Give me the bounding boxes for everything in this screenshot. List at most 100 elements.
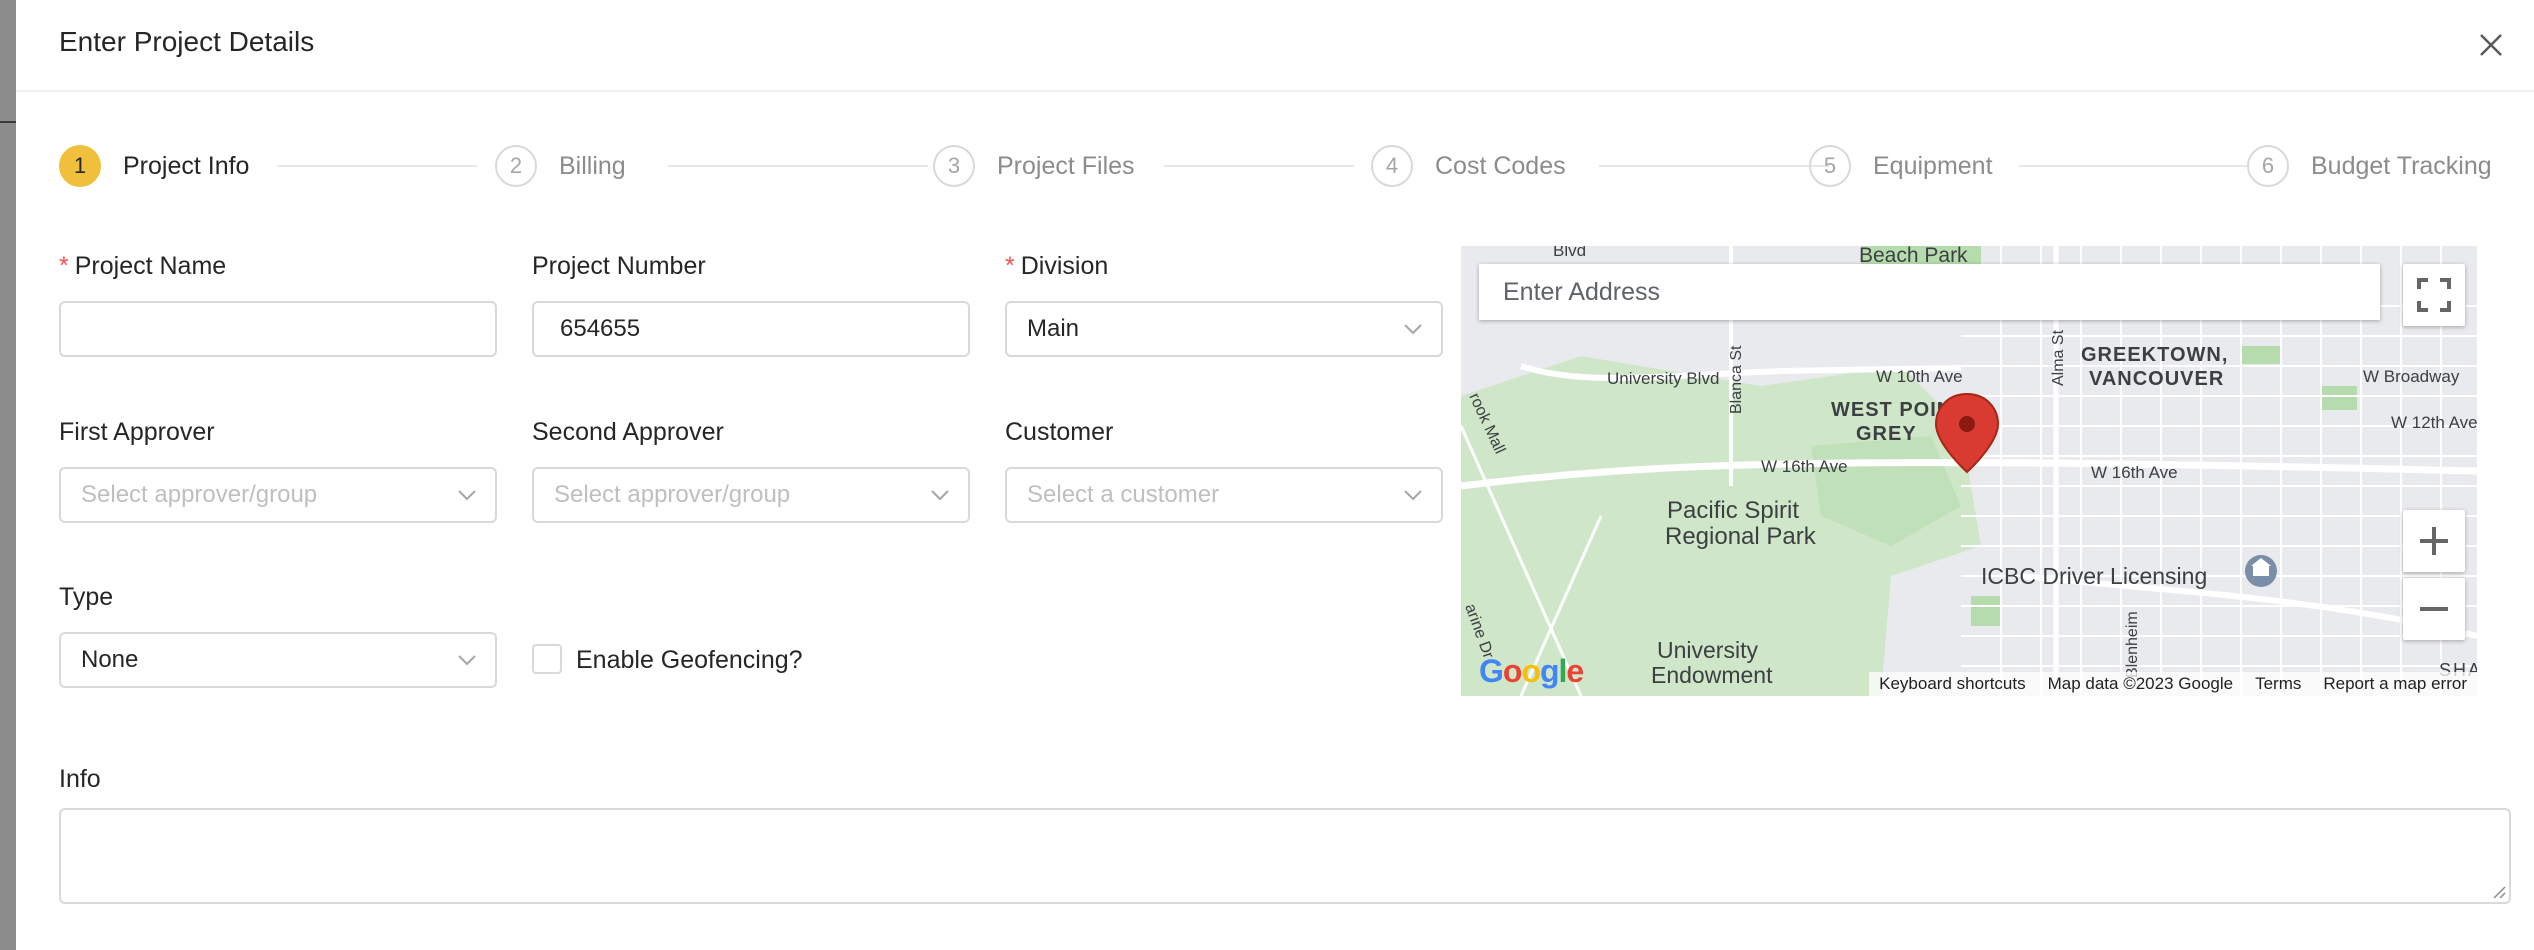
map-label: W 12th Ave (2391, 413, 2477, 432)
map-label: Pacific Spirit (1667, 497, 1799, 524)
customer-placeholder: Select a customer (1027, 481, 1220, 508)
type-value: None (81, 646, 139, 673)
fullscreen-button[interactable] (2403, 264, 2465, 326)
map-address-input[interactable] (1479, 264, 2380, 320)
type-label: Type (59, 583, 114, 611)
second-approver-placeholder: Select approver/group (554, 481, 791, 508)
map-label: Blanca St (1728, 345, 1745, 414)
project-number-input[interactable] (532, 301, 970, 357)
second-approver-select[interactable]: Select approver/group (532, 467, 970, 523)
project-name-label: * Project Name (59, 252, 227, 280)
project-details-modal: Enter Project Details 1 Project Info 2 B… (16, 0, 2534, 950)
google-logo-letter: o (1521, 653, 1541, 689)
google-logo-letter: g (1539, 653, 1560, 689)
map-label: Blenheim (2124, 611, 2141, 678)
step-billing[interactable]: 2 Billing (495, 143, 626, 189)
step-connector (277, 165, 477, 167)
map-label: GREEKTOWN, (2081, 344, 2228, 366)
map-widget[interactable]: Beach Park GREEKTOWN, VANCOUVER WEST POI… (1461, 246, 2477, 696)
step-label: Cost Codes (1435, 151, 1566, 180)
step-number: 2 (495, 145, 537, 187)
terms-link[interactable]: Terms (2255, 674, 2301, 694)
step-project-info[interactable]: 1 Project Info (59, 143, 249, 189)
step-number: 1 (59, 145, 101, 187)
close-icon (2480, 34, 2502, 56)
geofencing-label: Enable Geofencing? (576, 646, 803, 674)
map-label: Alma St (2050, 329, 2067, 386)
fullscreen-icon (2417, 278, 2451, 312)
background-divider (0, 121, 16, 123)
map-label: University Blvd (1607, 369, 1719, 388)
chevron-down-icon (458, 490, 476, 501)
required-mark: * (59, 252, 69, 280)
step-budget-tracking[interactable]: 6 Budget Tracking (2247, 143, 2492, 189)
resize-handle-icon[interactable] (2490, 883, 2506, 899)
step-number: 4 (1371, 145, 1413, 187)
map-data-credit: Map data ©2023 Google (2047, 674, 2234, 693)
first-approver-placeholder: Select approver/group (81, 481, 318, 508)
step-label: Billing (559, 151, 626, 180)
park-area (1971, 596, 2001, 626)
first-approver-label: First Approver (59, 418, 215, 446)
map-label: W 16th Ave (1761, 457, 1848, 476)
zoom-out-button[interactable] (2403, 578, 2465, 640)
step-connector (1164, 165, 1354, 167)
division-value: Main (1027, 315, 1080, 342)
info-label: Info (59, 765, 101, 793)
step-number: 6 (2247, 145, 2289, 187)
map-label: GREY (1856, 423, 1917, 445)
keyboard-shortcuts-link[interactable]: Keyboard shortcuts (1879, 674, 2025, 694)
chevron-down-icon (1404, 324, 1422, 335)
project-number-label: Project Number (532, 252, 706, 280)
first-approver-select[interactable]: Select approver/group (59, 467, 497, 523)
zoom-in-button[interactable] (2403, 510, 2465, 572)
map-label: VANCOUVER (2089, 368, 2224, 390)
step-label: Budget Tracking (2311, 151, 2492, 180)
step-label: Project Files (997, 151, 1135, 180)
background-overlay (0, 0, 16, 950)
step-number: 3 (933, 145, 975, 187)
customer-label: Customer (1005, 418, 1114, 446)
google-logo-letter: G (1479, 653, 1504, 689)
step-label: Project Info (123, 151, 250, 180)
map-label: W 10th Ave (1876, 367, 1963, 386)
plus-icon (2420, 527, 2448, 555)
modal-header: Enter Project Details (16, 0, 2534, 92)
step-connector (1599, 165, 1829, 167)
project-name-input[interactable] (59, 301, 497, 357)
landmark-icon[interactable] (2245, 555, 2277, 587)
step-cost-codes[interactable]: 4 Cost Codes (1371, 143, 1566, 189)
google-logo-letter: o (1502, 653, 1523, 689)
map-label: Endowment (1651, 662, 1773, 688)
close-button[interactable] (2474, 28, 2508, 62)
step-project-files[interactable]: 3 Project Files (933, 143, 1135, 189)
google-logo: Google (1479, 653, 1584, 690)
map-label: ICBC Driver Licensing (1981, 563, 2207, 589)
map-label: W Broadway (2363, 367, 2460, 386)
map-label: University (1657, 637, 1758, 663)
chevron-down-icon (931, 490, 949, 501)
chevron-down-icon (458, 655, 476, 666)
step-connector (668, 165, 928, 167)
division-label: * Division (1005, 252, 1109, 280)
minus-icon (2420, 607, 2448, 611)
geofencing-checkbox[interactable] (532, 644, 562, 674)
customer-select[interactable]: Select a customer (1005, 467, 1443, 523)
steps-bar: 1 Project Info 2 Billing 3 Project Files… (59, 143, 2511, 189)
step-equipment[interactable]: 5 Equipment (1809, 143, 1993, 189)
step-connector (2019, 165, 2249, 167)
map-footer: Keyboard shortcuts Map data ©2023 Google… (1869, 672, 2477, 696)
division-select[interactable]: Main (1005, 301, 1443, 357)
required-mark: * (1005, 252, 1015, 280)
park-area (2321, 386, 2357, 410)
type-select[interactable]: None (59, 632, 497, 688)
info-textarea[interactable] (59, 808, 2511, 904)
chevron-down-icon (1404, 490, 1422, 501)
second-approver-label: Second Approver (532, 418, 724, 446)
step-number: 5 (1809, 145, 1851, 187)
map-label: W 16th Ave (2091, 463, 2178, 482)
park-area (2241, 346, 2281, 364)
report-error-link[interactable]: Report a map error (2323, 674, 2467, 694)
map-label: Regional Park (1665, 523, 1817, 550)
map-label: Blvd (1553, 246, 1586, 260)
